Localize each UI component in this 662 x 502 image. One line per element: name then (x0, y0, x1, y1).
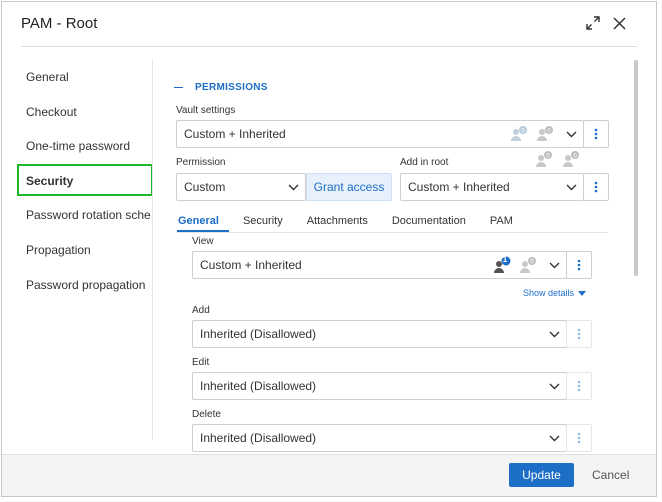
svg-text:0: 0 (547, 128, 551, 135)
permission-label: Permission (176, 157, 226, 168)
add-in-root-more-button[interactable] (583, 173, 609, 201)
grant-access-button[interactable]: Grant access (306, 173, 392, 201)
tab-pam[interactable]: PAM (490, 215, 513, 233)
delete-label: Delete (192, 409, 221, 420)
chevron-down-icon[interactable] (559, 131, 583, 138)
caret-down-icon (578, 290, 587, 296)
sidebar-item-password-rotation[interactable]: Password rotation sche... (2, 198, 152, 233)
permissions-section-header[interactable]: PERMISSIONS (174, 82, 268, 93)
users-inherited-icon: 0 (535, 150, 555, 171)
permission-select[interactable]: Custom (176, 173, 306, 201)
permissions-title: PERMISSIONS (195, 82, 268, 93)
sidebar-item-general[interactable]: General (2, 60, 152, 95)
vault-settings-more-button[interactable] (583, 120, 609, 148)
users-custom-icon: 0 (562, 150, 582, 171)
edit-more-button[interactable] (566, 372, 592, 400)
users-custom-icon: 0 (533, 125, 559, 143)
chevron-down-icon[interactable] (542, 435, 566, 442)
edit-label: Edit (192, 357, 210, 368)
sidebar-item-password-propagation[interactable]: Password propagation (2, 268, 152, 303)
edit-select[interactable]: Inherited (Disallowed) (192, 372, 567, 400)
tabs-divider (177, 232, 608, 233)
show-details-link[interactable]: Show details (523, 288, 587, 298)
chevron-down-icon[interactable] (542, 331, 566, 338)
update-button[interactable]: Update (509, 463, 574, 487)
chevron-down-icon[interactable] (281, 184, 305, 191)
header-divider (21, 46, 637, 47)
dialog-title: PAM - Root (21, 15, 98, 32)
add-select[interactable]: Inherited (Disallowed) (192, 320, 567, 348)
add-value: Inherited (Disallowed) (200, 327, 317, 341)
svg-text:0: 0 (573, 153, 577, 160)
tab-attachments[interactable]: Attachments (307, 215, 368, 233)
expand-icon[interactable] (584, 14, 602, 32)
sidebar-item-one-time-password[interactable]: One-time password (2, 129, 152, 164)
permission-value: Custom (184, 180, 226, 194)
cancel-button[interactable]: Cancel (592, 463, 629, 487)
view-label: View (192, 236, 214, 247)
add-in-root-value: Custom + Inherited (408, 180, 510, 194)
svg-text:0: 0 (521, 128, 525, 135)
delete-more-button[interactable] (566, 424, 592, 452)
vault-settings-label: Vault settings (176, 105, 236, 116)
collapse-icon (174, 86, 183, 89)
add-in-root-label: Add in root (400, 157, 449, 168)
tab-documentation[interactable]: Documentation (392, 215, 466, 233)
vault-settings-value: Custom + Inherited (184, 127, 286, 141)
users-assigned-icon: 1 (490, 254, 516, 276)
vault-settings-select[interactable]: Custom + Inherited 0 0 (176, 120, 584, 148)
sidebar-divider (152, 60, 153, 440)
view-user-count: 1 (502, 255, 508, 264)
chevron-down-icon[interactable] (542, 383, 566, 390)
add-label: Add (192, 305, 210, 316)
delete-select[interactable]: Inherited (Disallowed) (192, 424, 567, 452)
edit-value: Inherited (Disallowed) (200, 379, 317, 393)
view-select[interactable]: Custom + Inherited 1 0 (192, 251, 567, 279)
users-custom-icon: 0 (516, 256, 542, 274)
close-icon[interactable] (610, 14, 628, 32)
active-tab-underline (177, 230, 229, 232)
chevron-down-icon[interactable] (559, 184, 583, 191)
security-highlight-box (17, 164, 153, 196)
svg-text:0: 0 (546, 153, 550, 160)
add-more-button[interactable] (566, 320, 592, 348)
view-value: Custom + Inherited (200, 258, 302, 272)
show-details-label: Show details (523, 288, 575, 298)
tab-security[interactable]: Security (243, 215, 283, 233)
content-scrollbar[interactable] (634, 60, 638, 276)
add-in-root-select[interactable]: Custom + Inherited (400, 173, 584, 201)
sidebar-item-propagation[interactable]: Propagation (2, 233, 152, 268)
delete-value: Inherited (Disallowed) (200, 431, 317, 445)
pam-root-dialog: PAM - Root General Checkout One-time pas… (1, 1, 657, 497)
view-more-button[interactable] (566, 251, 592, 279)
svg-text:0: 0 (530, 259, 534, 266)
chevron-down-icon[interactable] (542, 262, 566, 269)
sidebar-item-checkout[interactable]: Checkout (2, 95, 152, 130)
permission-tabs: General Security Attachments Documentati… (178, 215, 537, 233)
users-inherited-icon: 0 (507, 125, 533, 143)
